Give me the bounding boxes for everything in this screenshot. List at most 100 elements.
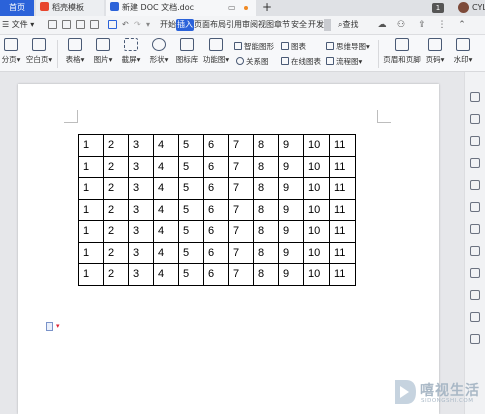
table-cell[interactable]: 3: [128, 241, 154, 264]
table-cell[interactable]: 10: [303, 177, 330, 200]
table-cell[interactable]: 10: [303, 220, 330, 243]
table-cell[interactable]: 11: [329, 198, 356, 221]
table-cell[interactable]: 7: [228, 155, 254, 178]
table-cell[interactable]: 1: [78, 263, 104, 286]
table-cell[interactable]: 9: [278, 220, 304, 243]
table-cell[interactable]: 4: [153, 134, 179, 157]
table-cell[interactable]: 2: [103, 263, 129, 286]
data-table[interactable]: 1 2 3 4 5 6 7 8 9 10 11 1 2 3 4 5 6 7 8 9 10 11 1 2 3 4 5 6 7 8 9 10 11 1…: [78, 134, 356, 286]
table-cell[interactable]: 2: [103, 134, 129, 157]
header-footer-button[interactable]: 页眉和页脚: [382, 38, 422, 65]
online-chart-button[interactable]: 在线图表: [281, 56, 321, 67]
table-cell[interactable]: 2: [103, 198, 129, 221]
table-cell[interactable]: 5: [178, 263, 204, 286]
more-options-icon[interactable]: ⋮: [436, 19, 448, 31]
tab-security[interactable]: 安全: [290, 19, 308, 31]
property-icon[interactable]: [470, 158, 480, 168]
undo-icon[interactable]: ↶: [122, 16, 129, 34]
table-cell[interactable]: 8: [253, 198, 279, 221]
table-cell[interactable]: 4: [153, 220, 179, 243]
table-cell[interactable]: 4: [153, 198, 179, 221]
table-cell[interactable]: 3: [128, 198, 154, 221]
table-cell[interactable]: 8: [253, 134, 279, 157]
backup-icon[interactable]: [470, 268, 480, 278]
grid-icon[interactable]: [470, 202, 480, 212]
avatar[interactable]: [458, 2, 469, 13]
table-cell[interactable]: 5: [178, 155, 204, 178]
picture-button[interactable]: 图片▾: [90, 38, 116, 65]
table-cell[interactable]: 11: [329, 177, 356, 200]
file-menu[interactable]: ☰ 文件 ▾: [2, 16, 34, 34]
more-icon[interactable]: [470, 334, 480, 344]
table-cell[interactable]: 6: [203, 177, 229, 200]
table-cell[interactable]: 7: [228, 134, 254, 157]
tab-developer[interactable]: 开发: [307, 19, 325, 31]
icon-library-button[interactable]: 图标库: [173, 38, 201, 65]
cloud-sync-icon[interactable]: ☁: [376, 19, 388, 31]
table-cell[interactable]: 9: [278, 241, 304, 264]
table-cell[interactable]: 1: [78, 155, 104, 178]
table-cell[interactable]: 6: [203, 220, 229, 243]
table-cell[interactable]: 4: [153, 177, 179, 200]
new-tab-button[interactable]: +: [262, 0, 272, 15]
table-cell[interactable]: 6: [203, 155, 229, 178]
blank-page-button[interactable]: 空白页▾: [24, 38, 54, 65]
window-count-badge[interactable]: 1: [432, 3, 444, 13]
mind-map-button[interactable]: 思维导图▾: [326, 41, 370, 52]
tab-document[interactable]: 新建 DOC 文档.doc ▭: [106, 0, 256, 16]
table-cell[interactable]: 2: [103, 177, 129, 200]
table-cell[interactable]: 8: [253, 220, 279, 243]
table-cell[interactable]: 5: [178, 220, 204, 243]
table-cell[interactable]: 11: [329, 220, 356, 243]
tab-insert[interactable]: 插入: [176, 19, 194, 31]
table-cell[interactable]: 1: [78, 198, 104, 221]
flowchart-button[interactable]: 流程图▾: [326, 56, 362, 67]
table-cell[interactable]: 8: [253, 177, 279, 200]
document-page[interactable]: 1 2 3 4 5 6 7 8 9 10 11 1 2 3 4 5 6 7 8 9 10 11 1 2 3 4 5 6 7 8 9 10 11 1…: [18, 84, 439, 414]
more-chevron-icon[interactable]: ▾: [146, 16, 150, 34]
table-cell[interactable]: 9: [278, 198, 304, 221]
paragraph-dropdown-icon[interactable]: ▾: [56, 322, 60, 330]
table-cell[interactable]: 7: [228, 177, 254, 200]
table-cell[interactable]: 8: [253, 241, 279, 264]
screenshot-button[interactable]: 截屏▾: [118, 38, 144, 65]
search-button[interactable]: ⌕查找: [338, 16, 358, 34]
tab-chapter[interactable]: 章节: [273, 19, 291, 31]
table-cell[interactable]: 2: [103, 155, 129, 178]
watermark-button[interactable]: 水印▾: [450, 38, 476, 65]
help-icon[interactable]: [470, 312, 480, 322]
smart-graphic-button[interactable]: 智能图形: [234, 41, 274, 52]
table-cell[interactable]: 1: [78, 134, 104, 157]
table-cell[interactable]: 9: [278, 155, 304, 178]
monitor-icon[interactable]: ▭: [228, 0, 236, 16]
table-cell[interactable]: 11: [329, 263, 356, 286]
table-cell[interactable]: 3: [128, 220, 154, 243]
relation-graph-button[interactable]: 关系图: [236, 56, 269, 67]
table-cell[interactable]: 8: [253, 263, 279, 286]
table-cell[interactable]: 10: [303, 134, 330, 157]
table-cell[interactable]: 5: [178, 198, 204, 221]
table-cell[interactable]: 1: [78, 220, 104, 243]
redo-icon[interactable]: ↷: [134, 16, 141, 34]
paragraph-layout-icon[interactable]: [46, 322, 53, 331]
export-pdf-icon[interactable]: [62, 20, 71, 29]
table-cell[interactable]: 4: [153, 263, 179, 286]
history-icon[interactable]: [470, 180, 480, 190]
function-chart-button[interactable]: 功能图▾: [201, 38, 231, 65]
table-button[interactable]: 表格▾: [62, 38, 88, 65]
save-icon[interactable]: [48, 20, 57, 29]
format-painter-icon[interactable]: [108, 20, 117, 29]
table-cell[interactable]: 11: [329, 155, 356, 178]
table-cell[interactable]: 3: [128, 263, 154, 286]
table-cell[interactable]: 7: [228, 198, 254, 221]
table-cell[interactable]: 3: [128, 177, 154, 200]
table-cell[interactable]: 10: [303, 263, 330, 286]
tab-start[interactable]: 开始: [159, 19, 177, 31]
table-cell[interactable]: 2: [103, 241, 129, 264]
share-panel-icon[interactable]: [470, 290, 480, 300]
table-cell[interactable]: 1: [78, 177, 104, 200]
page-number-button[interactable]: 页码▾: [424, 38, 446, 65]
table-cell[interactable]: 11: [329, 134, 356, 157]
collapse-ribbon-icon[interactable]: ⌃: [456, 19, 468, 31]
select-icon[interactable]: [470, 136, 480, 146]
